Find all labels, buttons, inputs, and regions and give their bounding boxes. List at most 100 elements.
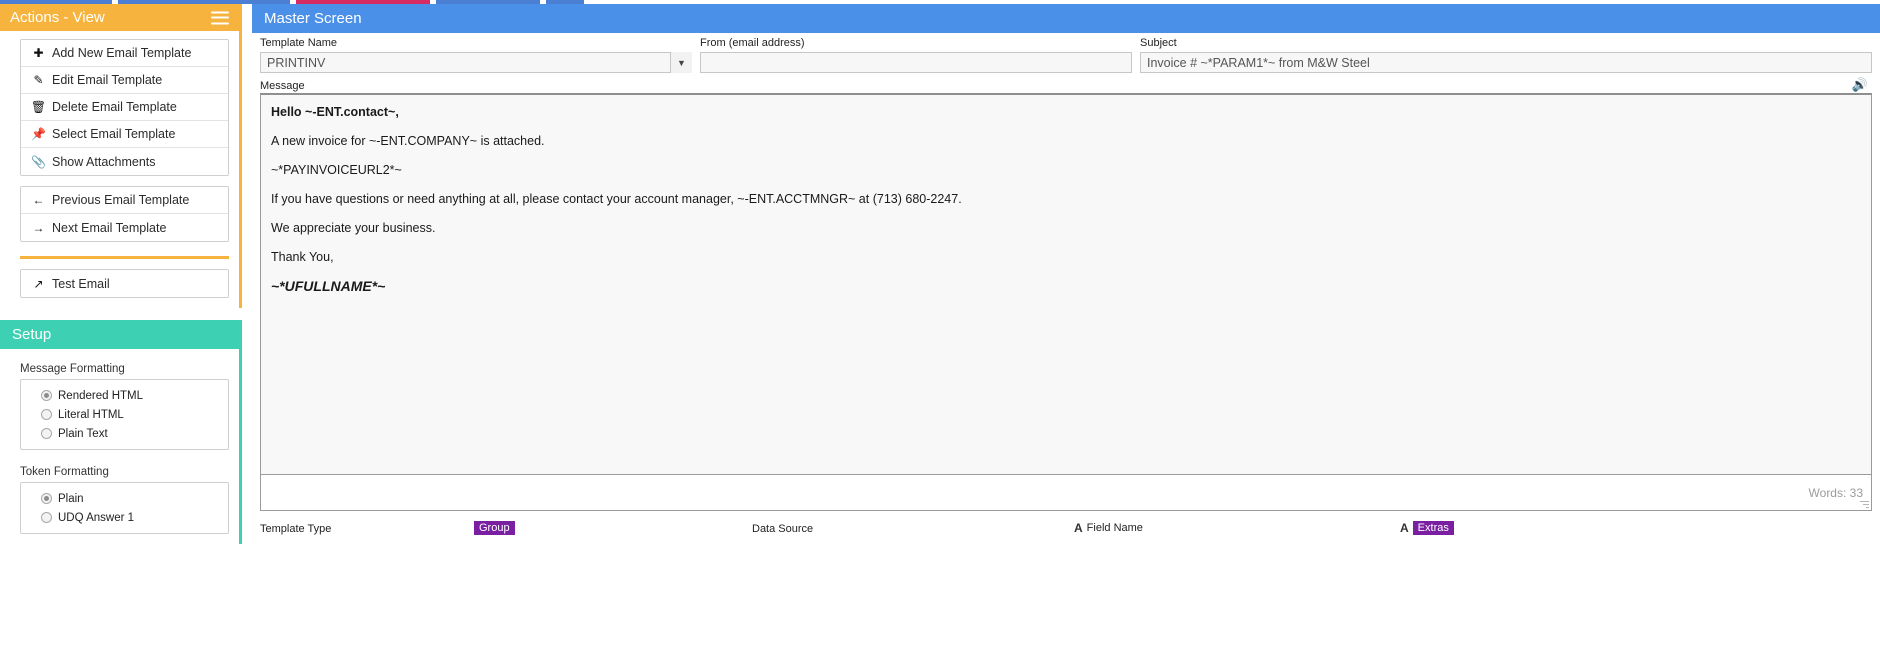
message-editor-body[interactable]: Hello ~-ENT.contact~, A new invoice for ~… <box>261 95 1871 294</box>
setup-panel-body: Message Formatting Rendered HTML Literal … <box>0 349 239 544</box>
action-previous-email-template[interactable]: ← Previous Email Template <box>21 187 228 214</box>
extras-cell[interactable]: A Extras <box>1400 521 1454 535</box>
master-screen-panel: Master Screen Template Name PRINTINV ▼ F… <box>252 4 1880 658</box>
chevron-down-icon[interactable]: ▼ <box>670 52 692 73</box>
subject-field-wrap: Subject Invoice # ~*PARAM1*~ from M&W St… <box>1136 37 1876 73</box>
from-email-label: From (email address) <box>700 37 805 49</box>
actions-panel-body: ✚ Add New Email Template ✎ Edit Email Templ… <box>0 31 239 308</box>
font-a-icon-extras: A <box>1400 521 1409 535</box>
actions-nav-group: ← Previous Email Template → Next Email Temp… <box>20 186 229 242</box>
trash-icon: 🗑 <box>30 100 47 114</box>
font-a-icon: A <box>1074 521 1083 535</box>
bottom-toolbar: Template Type Group Data Source A Field … <box>252 511 1880 535</box>
token-formatting-label: Token Formatting <box>20 466 109 478</box>
token-formatting-radio-plain[interactable]: Plain <box>41 489 220 508</box>
data-source-label: Data Source <box>752 523 814 535</box>
action-button-label: Edit Email Template <box>52 73 163 87</box>
data-source-cell: Data Source <box>752 523 1074 535</box>
message-formatting-radio-plain-text[interactable]: Plain Text <box>41 424 220 443</box>
action-delete-email-template[interactable]: 🗑 Delete Email Template <box>21 94 228 121</box>
actions-panel-header: Actions - View <box>0 4 239 31</box>
message-formatting-radio-rendered-html[interactable]: Rendered HTML <box>41 386 220 405</box>
radio-button-icon[interactable] <box>41 390 52 401</box>
left-sidebar: Actions - View ✚ Add New Email Template ✎ E… <box>0 4 242 544</box>
message-paragraph: If you have questions or need anything a… <box>271 192 962 206</box>
arrow-left-icon: ← <box>32 193 45 207</box>
message-editor-status-bar: Words: 33 <box>261 474 1871 510</box>
from-email-input[interactable] <box>700 52 1132 73</box>
radio-label: Plain <box>58 492 84 505</box>
extras-badge[interactable]: Extras <box>1412 521 1454 535</box>
group-cell[interactable]: Group <box>474 521 752 535</box>
action-show-attachments[interactable]: 📎 Show Attachments <box>21 148 228 175</box>
setup-panel-header: Setup <box>0 320 239 349</box>
action-select-email-template[interactable]: 📌 Select Email Template <box>21 121 228 148</box>
message-editor[interactable]: Hello ~-ENT.contact~, A new invoice for ~… <box>260 93 1872 511</box>
setup-panel: Setup Message Formatting Rendered HTML Li… <box>0 320 242 544</box>
setup-panel-title: Setup <box>12 326 52 343</box>
app-root: Actions - View ✚ Add New Email Template ✎ E… <box>0 0 1880 658</box>
subject-label: Subject <box>1140 37 1177 49</box>
radio-label: UDQ Answer 1 <box>58 511 135 524</box>
radio-button-icon[interactable] <box>41 493 52 504</box>
master-screen-header: Master Screen <box>252 4 1880 33</box>
action-button-label: Show Attachments <box>52 154 156 169</box>
template-name-field-wrap: Template Name PRINTINV ▼ <box>256 37 696 73</box>
radio-button-icon[interactable] <box>41 428 52 439</box>
message-paragraph: Thank You, <box>271 250 334 264</box>
word-count: Words: 33 <box>1808 485 1863 500</box>
pencil-icon: ✎ <box>33 73 44 87</box>
message-formatting-label: Message Formatting <box>20 363 125 375</box>
pin-icon: 📌 <box>31 127 46 141</box>
action-button-label: Next Email Template <box>52 220 167 235</box>
radio-button-icon[interactable] <box>41 512 52 523</box>
actions-primary-group: ✚ Add New Email Template ✎ Edit Email Templ… <box>20 39 229 176</box>
token-formatting-radio-udq-answer-1[interactable]: UDQ Answer 1 <box>41 508 220 527</box>
group-badge[interactable]: Group <box>474 521 515 535</box>
action-button-label: Delete Email Template <box>52 100 177 114</box>
actions-test-group: ↗ Test Email <box>20 269 229 298</box>
action-button-label: Test Email <box>52 276 110 291</box>
hamburger-icon[interactable] <box>211 11 229 24</box>
message-label: Message <box>260 80 305 92</box>
message-formatting-radio-group: Rendered HTML Literal HTML Plain Text <box>20 379 229 450</box>
radio-label: Plain Text <box>58 427 108 440</box>
message-paragraph: ~*PAYINVOICEURL2*~ <box>271 163 402 177</box>
external-link-icon: ↗ <box>33 276 44 291</box>
from-email-field-wrap: From (email address) <box>696 37 1136 73</box>
message-paragraph: Hello ~-ENT.contact~, <box>271 105 399 119</box>
template-type-cell: Template Type <box>260 523 474 535</box>
field-name-label: Field Name <box>1086 522 1143 534</box>
message-paragraph: A new invoice for ~-ENT.COMPANY~ is atta… <box>271 134 545 148</box>
token-formatting-radio-group: Plain UDQ Answer 1 <box>20 482 229 534</box>
message-paragraph: We appreciate your business. <box>271 221 436 235</box>
action-button-label: Previous Email Template <box>52 193 190 207</box>
paperclip-icon: 📎 <box>31 154 46 169</box>
message-paragraph: ~*UFULLNAME*~ <box>271 278 386 294</box>
message-formatting-radio-literal-html[interactable]: Literal HTML <box>41 405 220 424</box>
template-name-select[interactable]: PRINTINV <box>260 52 692 73</box>
action-test-email[interactable]: ↗ Test Email <box>21 270 228 297</box>
radio-button-icon[interactable] <box>41 409 52 420</box>
action-add-new-email-template[interactable]: ✚ Add New Email Template <box>21 40 228 67</box>
resize-grip-icon[interactable] <box>1860 499 1869 508</box>
actions-panel-title: Actions - View <box>10 9 105 26</box>
master-form-row: Template Name PRINTINV ▼ From (email add… <box>252 33 1880 73</box>
arrow-right-icon: → <box>32 220 45 235</box>
message-caption-row: Message 🔊 <box>260 77 1872 93</box>
template-type-label: Template Type <box>260 523 332 535</box>
actions-panel: Actions - View ✚ Add New Email Template ✎ E… <box>0 4 242 308</box>
template-name-select-wrap[interactable]: PRINTINV ▼ <box>260 52 692 73</box>
subject-input[interactable]: Invoice # ~*PARAM1*~ from M&W Steel <box>1140 52 1872 73</box>
action-button-label: Add New Email Template <box>52 46 192 60</box>
action-edit-email-template[interactable]: ✎ Edit Email Template <box>21 67 228 94</box>
master-screen-title: Master Screen <box>264 10 362 27</box>
message-section: Message 🔊 Hello ~-ENT.contact~, A new inv… <box>252 73 1880 511</box>
action-next-email-template[interactable]: → Next Email Template <box>21 214 228 241</box>
action-button-label: Select Email Template <box>52 127 176 141</box>
radio-label: Literal HTML <box>58 408 124 421</box>
speaker-icon[interactable]: 🔊 <box>1852 77 1872 93</box>
field-name-cell: A Field Name <box>1074 521 1400 535</box>
template-name-label: Template Name <box>260 37 338 49</box>
actions-divider <box>20 256 229 259</box>
